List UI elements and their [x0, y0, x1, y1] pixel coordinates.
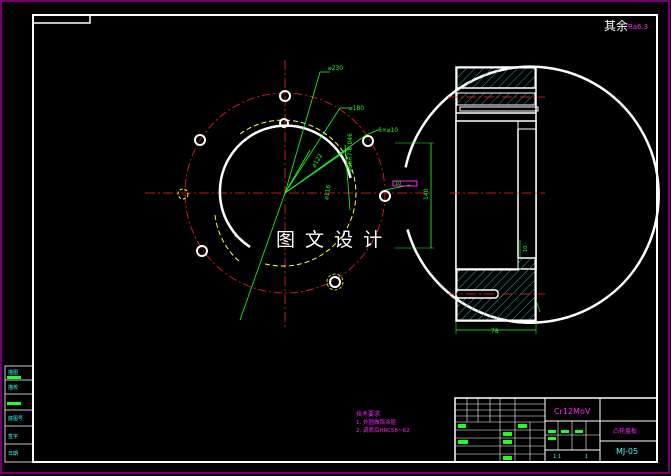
surface-note: 其余: [604, 18, 628, 33]
side-row-3: 底图号: [8, 415, 23, 422]
dim-140: 140: [423, 188, 430, 200]
dim-bolt-circle: ⌀180: [349, 105, 364, 112]
drawing-number: MJ-05: [616, 447, 638, 456]
material: Cr12MoV: [554, 407, 591, 416]
section-view: 78 10: [448, 66, 545, 335]
watermark: 图 文 设 计: [276, 229, 384, 251]
notes-heading: 技术要求: [356, 410, 380, 418]
cad-drawing: 其余 Ra6.3 ⌀230 ⌀180 6×⌀10 ⌀122 ⌀116 ⌀56H7…: [0, 0, 671, 476]
hatch-top: [456, 67, 536, 89]
side-row-2: 描校: [8, 384, 18, 391]
dim-holes: 6×⌀10: [378, 127, 398, 134]
dim-outer: ⌀230: [328, 65, 343, 72]
dim-78: 78: [491, 328, 499, 335]
scale: 1:1: [553, 454, 561, 460]
dim-step-callout: 10: [395, 181, 401, 187]
side-row-4: 签字: [8, 433, 18, 440]
surface-symbol: Ra6.3: [628, 23, 648, 31]
notes-line2: 2. 调质后HRC58~62: [356, 426, 410, 434]
notes-line1: 1. 外圆做铬涂层: [356, 418, 396, 426]
tolerance-note: ⌀56H7-0.046: [347, 133, 354, 172]
dim-10: 10: [523, 246, 529, 252]
side-row-5: 日期: [8, 451, 18, 457]
quantity: 1: [585, 454, 588, 460]
part-name: 凸轮盖板: [613, 427, 637, 435]
side-row-1: 描图: [8, 369, 18, 376]
